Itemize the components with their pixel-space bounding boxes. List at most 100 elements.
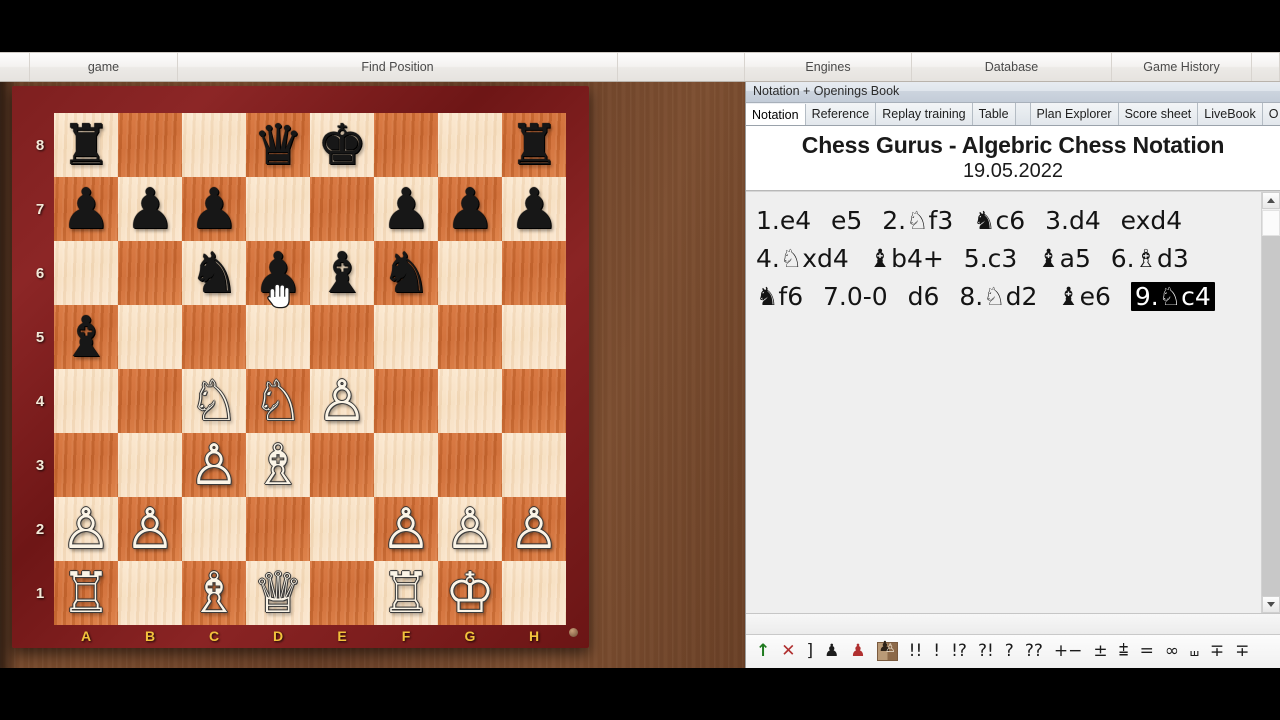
piece-f1[interactable]: ♖: [381, 565, 431, 621]
square-d5[interactable]: [246, 305, 310, 369]
square-h1[interactable]: [502, 561, 566, 625]
move[interactable]: ♝a5: [1037, 244, 1091, 273]
white-slight-advantage-icon[interactable]: ⩲: [1119, 643, 1129, 660]
piece-c7[interactable]: ♟: [189, 181, 239, 237]
square-a7[interactable]: ♟: [54, 177, 118, 241]
scrollbar-thumb[interactable]: [1262, 210, 1280, 236]
tab-table[interactable]: Table: [972, 103, 1016, 125]
square-h6[interactable]: [502, 241, 566, 305]
piece-a5[interactable]: ♝: [61, 309, 111, 365]
square-b5[interactable]: [118, 305, 182, 369]
square-e5[interactable]: [310, 305, 374, 369]
piece-f2[interactable]: ♙: [381, 501, 431, 557]
black-slight-advantage-icon[interactable]: ∓: [1210, 643, 1224, 660]
move[interactable]: 7.0-0: [823, 282, 888, 311]
blunder-icon[interactable]: ??: [1025, 643, 1043, 660]
piece-c3[interactable]: ♙: [189, 437, 239, 493]
good-move-icon[interactable]: !: [933, 643, 940, 660]
square-a2[interactable]: ♙: [54, 497, 118, 561]
piece-b7[interactable]: ♟: [125, 181, 175, 237]
tab-score-sheet[interactable]: Score sheet: [1118, 103, 1199, 125]
piece-a7[interactable]: ♟: [61, 181, 111, 237]
piece-d1[interactable]: ♕: [253, 565, 303, 621]
black-clear-advantage-icon[interactable]: ∓: [1235, 643, 1249, 660]
compensation-icon[interactable]: ⧢: [1190, 643, 1199, 660]
pawn-pair-icon[interactable]: [876, 640, 898, 661]
move-list[interactable]: 1.e4 e5 2.♘f3 ♞c6 3.d4 exd4 4.♘xd4 ♝b4+ …: [746, 192, 1261, 613]
scroll-down-button[interactable]: [1262, 596, 1280, 613]
piece-g2[interactable]: ♙: [445, 501, 495, 557]
move[interactable]: d6: [908, 282, 940, 311]
square-g8[interactable]: [438, 113, 502, 177]
mistake-icon[interactable]: ?: [1005, 643, 1014, 660]
square-c5[interactable]: [182, 305, 246, 369]
square-h8[interactable]: ♜: [502, 113, 566, 177]
equal-position-icon[interactable]: =: [1140, 643, 1154, 660]
piece-h8[interactable]: ♜: [509, 117, 559, 173]
square-e7[interactable]: [310, 177, 374, 241]
menu-item-database[interactable]: Database: [912, 53, 1112, 81]
square-b2[interactable]: ♙: [118, 497, 182, 561]
square-d1[interactable]: ♕: [246, 561, 310, 625]
square-e8[interactable]: ♚: [310, 113, 374, 177]
piece-g1[interactable]: ♔: [445, 565, 495, 621]
scroll-up-button[interactable]: [1262, 192, 1280, 209]
move[interactable]: 3.d4: [1045, 206, 1101, 235]
piece-e6[interactable]: ♝: [317, 245, 367, 301]
move-selected[interactable]: 9.♘c4: [1130, 282, 1215, 311]
piece-d4[interactable]: ♘: [253, 373, 303, 429]
move[interactable]: ♞c6: [973, 206, 1025, 235]
square-e6[interactable]: ♝: [310, 241, 374, 305]
piece-a8[interactable]: ♜: [61, 117, 111, 173]
menu-item-game-history[interactable]: Game History: [1112, 53, 1252, 81]
piece-b2[interactable]: ♙: [125, 501, 175, 557]
square-f2[interactable]: ♙: [374, 497, 438, 561]
square-f4[interactable]: [374, 369, 438, 433]
square-a1[interactable]: ♖: [54, 561, 118, 625]
square-d6[interactable]: ♟: [246, 241, 310, 305]
piece-d8[interactable]: ♛: [253, 117, 303, 173]
square-g5[interactable]: [438, 305, 502, 369]
square-b3[interactable]: [118, 433, 182, 497]
square-c3[interactable]: ♙: [182, 433, 246, 497]
square-a4[interactable]: [54, 369, 118, 433]
piece-a1[interactable]: ♖: [61, 565, 111, 621]
white-winning-icon[interactable]: +−: [1054, 643, 1083, 660]
move[interactable]: exd4: [1121, 206, 1183, 235]
square-c7[interactable]: ♟: [182, 177, 246, 241]
square-h4[interactable]: [502, 369, 566, 433]
chessboard[interactable]: ♜ ♛ ♚ ♜ ♟ ♟ ♟ ♟ ♟ ♟ ♞ ♟ ♝ ♞ ♝ ♘ ♘ ♙ ♙ ♗ ♙ ♙ ♙ ♙ ♙ ♖ ♗ ♕ ♖ ♔: [54, 113, 566, 625]
square-f3[interactable]: [374, 433, 438, 497]
tab-replay-training[interactable]: Replay training: [876, 103, 973, 125]
piece-g7[interactable]: ♟: [445, 181, 495, 237]
menu-item-engines[interactable]: Engines: [745, 53, 912, 81]
square-d4[interactable]: ♘: [246, 369, 310, 433]
square-f5[interactable]: [374, 305, 438, 369]
tab-livebook[interactable]: LiveBook: [1198, 103, 1263, 125]
cancel-icon[interactable]: ✕: [781, 643, 795, 660]
square-g3[interactable]: [438, 433, 502, 497]
square-g7[interactable]: ♟: [438, 177, 502, 241]
square-g1[interactable]: ♔: [438, 561, 502, 625]
square-g4[interactable]: [438, 369, 502, 433]
square-b1[interactable]: [118, 561, 182, 625]
piece-a2[interactable]: ♙: [61, 501, 111, 557]
square-b4[interactable]: [118, 369, 182, 433]
square-b7[interactable]: ♟: [118, 177, 182, 241]
red-pawn-icon[interactable]: ♟: [850, 643, 865, 660]
brilliant-move-icon[interactable]: !!: [909, 643, 923, 660]
piece-h7[interactable]: ♟: [509, 181, 559, 237]
square-a8[interactable]: ♜: [54, 113, 118, 177]
square-d7[interactable]: [246, 177, 310, 241]
square-a3[interactable]: [54, 433, 118, 497]
tab-notation[interactable]: Notation: [746, 104, 806, 125]
piece-d3[interactable]: ♗: [253, 437, 303, 493]
square-c2[interactable]: [182, 497, 246, 561]
piece-c6[interactable]: ♞: [189, 245, 239, 301]
square-d8[interactable]: ♛: [246, 113, 310, 177]
tab-o[interactable]: O: [1262, 103, 1280, 125]
square-f1[interactable]: ♖: [374, 561, 438, 625]
square-e2[interactable]: [310, 497, 374, 561]
move[interactable]: ♞f6: [756, 282, 803, 311]
square-e1[interactable]: [310, 561, 374, 625]
